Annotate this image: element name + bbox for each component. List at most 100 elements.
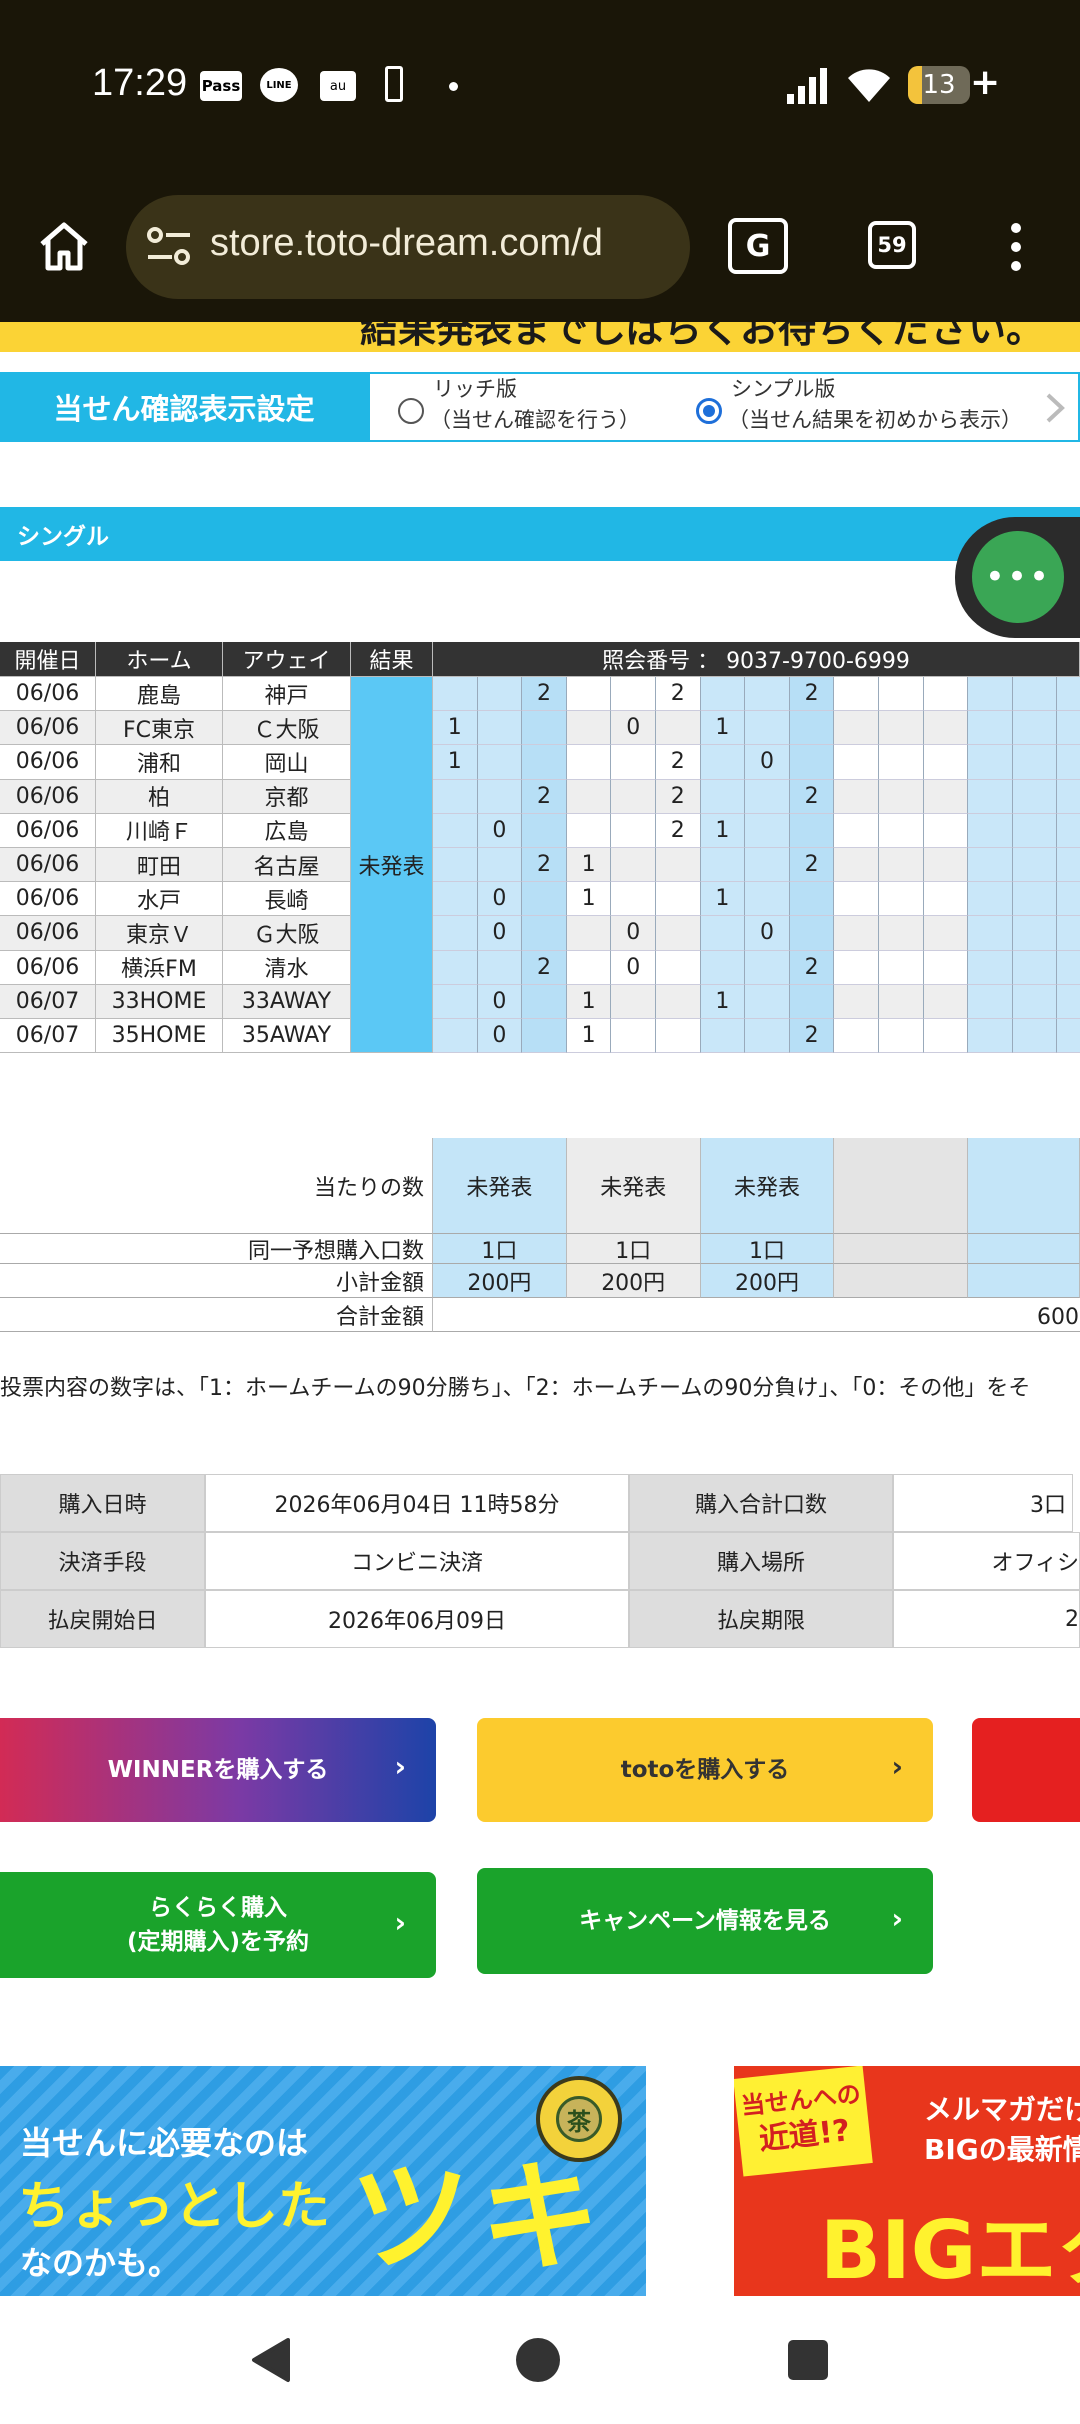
- match-date: 06/06: [0, 950, 96, 985]
- prediction-cell: [433, 813, 478, 848]
- tab-switcher-button[interactable]: 59: [868, 221, 916, 269]
- prediction-cell: [477, 950, 523, 985]
- prediction-cell: [1012, 916, 1058, 951]
- away-team: 33AWAY: [223, 984, 351, 1019]
- prediction-cell: [834, 848, 879, 883]
- prediction-cell: [923, 813, 969, 848]
- buy-big-button[interactable]: [972, 1718, 1080, 1822]
- rakuraku-purchase-button[interactable]: らくらく購入 (定期購入)を予約 ›: [0, 1872, 436, 1978]
- recents-icon[interactable]: [788, 2340, 828, 2380]
- buy-toto-button[interactable]: totoを購入する ›: [477, 1718, 933, 1822]
- match-date: 06/07: [0, 1019, 96, 1054]
- header-result: 結果: [351, 642, 433, 677]
- tea-seal-text: 茶: [556, 2096, 602, 2142]
- prediction-cell: [656, 984, 701, 1019]
- prediction-cell: [879, 984, 924, 1019]
- more-options-fab[interactable]: •••: [972, 531, 1064, 623]
- luck-promo-banner[interactable]: 当せんに必要なのは ちょっとした なのかも。 ツキ 茶: [0, 2066, 646, 2296]
- away-team: 広島: [223, 813, 351, 848]
- section-title-single: シングル: [0, 507, 1080, 561]
- prediction-cell: [789, 745, 835, 780]
- prediction-cell: [834, 882, 879, 917]
- prediction-cell: [700, 745, 746, 780]
- battery-icon: 13: [908, 66, 970, 104]
- prediction-cell: 2: [522, 950, 567, 985]
- prediction-cell: [700, 916, 746, 951]
- total-units-value: 3口: [893, 1474, 1073, 1532]
- more-menu-icon[interactable]: [1008, 222, 1024, 272]
- prediction-cell: [522, 745, 567, 780]
- prediction-cell: [433, 984, 478, 1019]
- place-label: 購入場所: [629, 1532, 893, 1590]
- prediction-cell: [477, 779, 523, 814]
- option-simple-sub: （当せん結果を初めから表示）: [728, 408, 1022, 432]
- away-team: 35AWAY: [223, 1019, 351, 1054]
- prediction-cell: 0: [611, 711, 656, 746]
- purchase-date-label: 購入日時: [0, 1474, 205, 1532]
- translate-icon[interactable]: G: [728, 218, 788, 274]
- prediction-cell: [879, 882, 924, 917]
- home-nav-icon[interactable]: [516, 2338, 560, 2382]
- subtotal-empty: [834, 1264, 969, 1298]
- away-team: Ｃ大阪: [223, 711, 351, 746]
- home-team: 柏: [96, 779, 223, 814]
- prediction-cell: [566, 813, 612, 848]
- prediction-cell: [879, 1019, 924, 1054]
- chevron-right-icon: ›: [394, 1906, 406, 1939]
- prediction-cell: 2: [789, 848, 835, 883]
- prediction-cell: [879, 916, 924, 951]
- big-mail-promo-banner[interactable]: 当せんへの 近道!? メルマガだけの BIGの最新情 BIGエク: [734, 2066, 1080, 2296]
- url-text[interactable]: store.toto-dream.com/d: [210, 222, 680, 265]
- prediction-cell: 1: [566, 848, 612, 883]
- prediction-cell: [968, 950, 1013, 985]
- prediction-cell: [611, 1019, 656, 1054]
- prediction-cell: [834, 813, 879, 848]
- vote-note: 投票内容の数字は、「1：ホームチームの90分勝ち」、「2：ホームチームの90分負…: [0, 1376, 1031, 1401]
- option-simple[interactable]: シンプル版 （当せん結果を初めから表示）: [728, 374, 1022, 436]
- same-label: 同一予想購入口数: [0, 1234, 433, 1264]
- prediction-cell: [477, 711, 523, 746]
- home-team: 浦和: [96, 745, 223, 780]
- subtotal-label: 小計金額: [0, 1264, 433, 1298]
- option-simple-title: シンプル版: [731, 377, 836, 401]
- prediction-cell: [789, 882, 835, 917]
- prediction-cell: [879, 813, 924, 848]
- buy-winner-button[interactable]: WINNERを購入する ›: [0, 1718, 436, 1822]
- radio-rich[interactable]: [398, 398, 424, 424]
- radio-simple[interactable]: [696, 398, 722, 424]
- prediction-cell: [834, 745, 879, 780]
- hits-empty: [968, 1138, 1080, 1234]
- home-icon[interactable]: [38, 220, 90, 272]
- signal-icon: [787, 68, 827, 104]
- prediction-cell: [522, 882, 567, 917]
- home-team: 鹿島: [96, 677, 223, 712]
- home-team: 水戸: [96, 882, 223, 917]
- battery-saver-icon: [385, 66, 403, 102]
- option-rich[interactable]: リッチ版 （当せん確認を行う）: [430, 374, 640, 436]
- prediction-cell: [1057, 916, 1080, 951]
- home-team: 東京Ｖ: [96, 916, 223, 951]
- prediction-cell: 0: [477, 813, 523, 848]
- away-team: 京都: [223, 779, 351, 814]
- header-date: 開催日: [0, 642, 96, 677]
- total-label: 合計金額: [0, 1298, 433, 1332]
- same-units-value: 1口: [433, 1234, 567, 1264]
- prediction-cell: [700, 677, 746, 712]
- prediction-cell: [968, 677, 1013, 712]
- prediction-cell: [923, 1019, 969, 1054]
- line-icon: LINE: [260, 68, 298, 102]
- match-date: 06/07: [0, 984, 96, 1019]
- prediction-cell: [879, 950, 924, 985]
- campaign-info-button[interactable]: キャンペーン情報を見る ›: [477, 1868, 933, 1974]
- hits-value: 未発表: [566, 1138, 701, 1234]
- chevron-right-icon[interactable]: [1044, 392, 1066, 424]
- prediction-cell: [522, 813, 567, 848]
- match-date: 06/06: [0, 745, 96, 780]
- prediction-cell: 2: [789, 677, 835, 712]
- prediction-cell: [834, 1019, 879, 1054]
- payment-value: コンビニ決済: [205, 1532, 629, 1590]
- prediction-cell: [1057, 1019, 1080, 1054]
- back-icon[interactable]: [248, 2336, 292, 2384]
- prediction-cell: [879, 711, 924, 746]
- site-settings-icon[interactable]: [146, 225, 192, 269]
